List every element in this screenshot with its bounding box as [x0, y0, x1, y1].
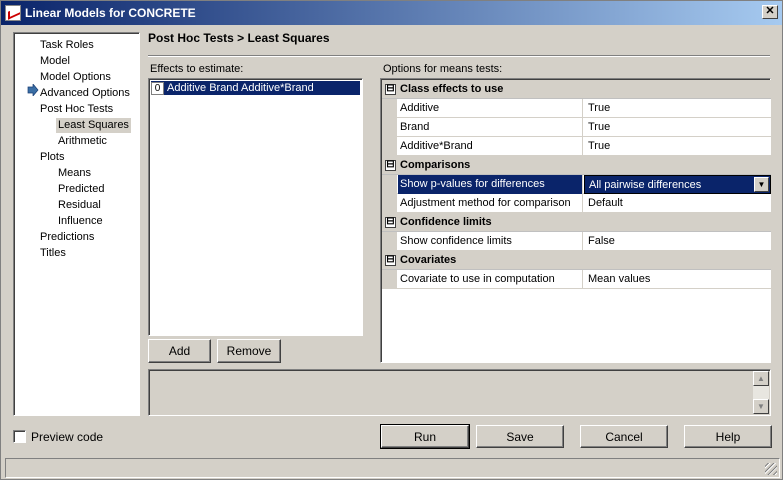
property-name: Covariate to use in computation [398, 270, 583, 289]
section-header: ⊟ Covariates [382, 251, 771, 270]
section-header: ⊟ Confidence limits [382, 213, 771, 232]
property-row[interactable]: Show p-values for differences All pairwis… [382, 175, 771, 194]
collapse-icon[interactable]: ⊟ [385, 160, 396, 171]
cancel-button[interactable]: Cancel [580, 425, 668, 448]
row-gutter [382, 270, 397, 289]
remove-button[interactable]: Remove [217, 339, 281, 363]
arrow-right-icon [27, 84, 39, 96]
section-title: Confidence limits [400, 216, 492, 228]
scroll-up-icon[interactable]: ▲ [753, 371, 769, 386]
add-button[interactable]: Add [148, 339, 211, 363]
row-gutter [382, 175, 397, 194]
app-icon [5, 5, 21, 21]
vertical-scrollbar[interactable]: ▲ ▼ [753, 371, 769, 414]
nav-item-residual[interactable]: Residual [56, 198, 103, 213]
dialog-window: Linear Models for CONCRETE ✕ Task Roles M… [0, 0, 783, 480]
close-button[interactable]: ✕ [762, 5, 778, 19]
nav-item-least-squares[interactable]: Least Squares [56, 118, 131, 133]
collapse-icon[interactable]: ⊟ [385, 84, 396, 95]
row-gutter [382, 118, 397, 137]
nav-item-predictions[interactable]: Predictions [38, 230, 96, 245]
property-value-dropdown[interactable]: All pairwise differences ▼ [584, 175, 771, 194]
options-label: Options for means tests: [383, 63, 503, 75]
row-gutter [382, 232, 397, 251]
nav-item-predicted[interactable]: Predicted [56, 182, 106, 197]
window-title: Linear Models for CONCRETE [25, 6, 196, 20]
nav-item-arithmetic[interactable]: Arithmetic [56, 134, 109, 149]
effect-index: 0 [151, 81, 164, 95]
property-name: Show p-values for differences [398, 175, 583, 194]
property-value-text: True [588, 140, 611, 152]
description-pane: ▲ ▼ [148, 369, 771, 416]
nav-item-task-roles[interactable]: Task Roles [38, 38, 96, 53]
nav-item-titles[interactable]: Titles [38, 246, 68, 261]
effects-list[interactable]: 0 Additive Brand Additive*Brand [148, 78, 363, 336]
property-value[interactable]: False [584, 232, 771, 251]
nav-item-means[interactable]: Means [56, 166, 93, 181]
property-row[interactable]: Covariate to use in computation Mean valu… [382, 270, 771, 289]
section-title: Comparisons [400, 159, 471, 171]
nav-item-plots[interactable]: Plots [38, 150, 66, 165]
list-item[interactable]: 0 Additive Brand Additive*Brand [151, 81, 360, 95]
scroll-down-icon[interactable]: ▼ [753, 399, 769, 414]
resize-grip-icon[interactable] [765, 463, 777, 475]
status-bar [5, 458, 780, 478]
help-button[interactable]: Help [684, 425, 772, 448]
property-name: Additive*Brand [398, 137, 583, 156]
page-title: Post Hoc Tests > Least Squares [148, 31, 330, 45]
property-name: Brand [398, 118, 583, 137]
title-separator [148, 55, 770, 57]
collapse-icon[interactable]: ⊟ [385, 217, 396, 228]
property-row[interactable]: Show confidence limits False [382, 232, 771, 251]
property-value[interactable]: Mean values [584, 270, 771, 289]
property-value-text: True [588, 102, 611, 114]
property-name: Additive [398, 99, 583, 118]
section-header: ⊟ Comparisons [382, 156, 771, 175]
property-row[interactable]: Brand True [382, 118, 771, 137]
nav-item-model-options[interactable]: Model Options [38, 70, 113, 85]
property-row[interactable]: Additive True [382, 99, 771, 118]
property-value[interactable]: Default [584, 194, 771, 213]
preview-code-label: Preview code [31, 430, 104, 444]
chevron-down-icon[interactable]: ▼ [754, 177, 769, 192]
property-value[interactable]: True [584, 137, 771, 156]
effect-text: Additive Brand Additive*Brand [167, 82, 314, 94]
row-gutter [382, 194, 397, 213]
title-bar: Linear Models for CONCRETE ✕ [1, 1, 782, 25]
row-gutter [382, 137, 397, 156]
section-title: Covariates [400, 254, 457, 266]
property-name: Adjustment method for comparison [398, 194, 583, 213]
property-name: Show confidence limits [398, 232, 583, 251]
run-button[interactable]: Run [380, 424, 470, 449]
property-value-text: Mean values [588, 273, 651, 285]
property-value-text: Default [588, 197, 623, 209]
property-value[interactable]: True [584, 118, 771, 137]
nav-item-model[interactable]: Model [38, 54, 72, 69]
property-value[interactable]: True [584, 99, 771, 118]
effects-label: Effects to estimate: [150, 63, 244, 75]
property-value-text: False [588, 235, 615, 247]
save-button[interactable]: Save [476, 425, 564, 448]
collapse-icon[interactable]: ⊟ [385, 255, 396, 266]
nav-item-post-hoc-tests[interactable]: Post Hoc Tests [38, 102, 115, 117]
section-title: Class effects to use [400, 83, 504, 95]
nav-item-influence[interactable]: Influence [56, 214, 105, 229]
row-gutter [382, 99, 397, 118]
nav-item-advanced-options[interactable]: Advanced Options [38, 86, 132, 101]
preview-code-checkbox[interactable] [13, 430, 26, 443]
options-grid: ⊟ Class effects to use Additive True Brand Tr… [380, 78, 771, 363]
property-row[interactable]: Adjustment method for comparison Default [382, 194, 771, 213]
property-value-text: All pairwise differences [589, 179, 702, 191]
property-value-text: True [588, 121, 611, 133]
property-row[interactable]: Additive*Brand True [382, 137, 771, 156]
section-header: ⊟ Class effects to use [382, 80, 771, 99]
